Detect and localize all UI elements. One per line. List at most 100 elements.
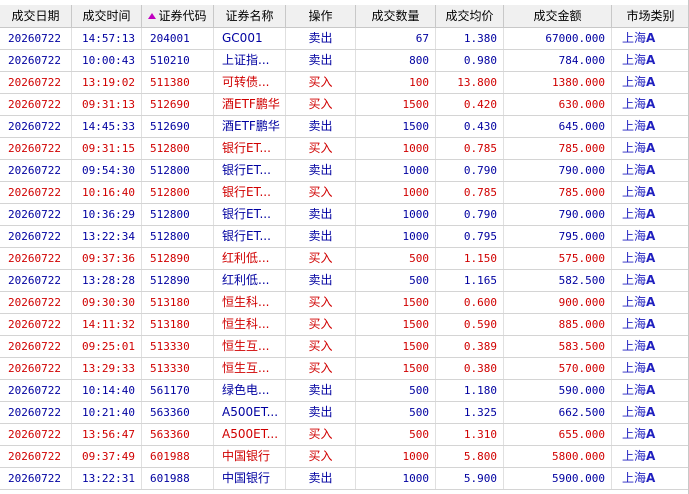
table-row[interactable]: 20260722 10:36:29 512800 银行ET... 卖出 1000 0.790… [0,204,689,226]
security-code-cell: 510210 [142,50,214,71]
market-share-class: A [646,163,656,177]
table-row[interactable]: 20260722 09:31:15 512800 银行ET... 买入 1000 0.785… [0,138,689,160]
header-quantity[interactable]: 成交数量 [356,5,436,27]
operation-cell: 卖出 [286,270,356,291]
header-trade-date[interactable]: 成交日期 [0,5,72,27]
table-row[interactable]: 20260722 13:28:28 512890 红利低... 卖出 500 1.165 58… [0,270,689,292]
amount-cell: 590.000 [504,380,612,401]
trade-time-cell: 10:21:40 [72,402,142,423]
security-code-cell: 512800 [142,226,214,247]
header-amount[interactable]: 成交金额 [504,5,612,27]
amount-cell: 784.000 [504,50,612,71]
avg-price-cell: 0.785 [436,182,504,203]
amount-cell: 655.000 [504,424,612,445]
market-share-class: A [646,251,656,265]
amount-cell: 630.000 [504,94,612,115]
security-code-cell: 513330 [142,358,214,379]
table-row[interactable]: 20260722 10:00:43 510210 上证指... 卖出 800 0.980 78… [0,50,689,72]
table-row[interactable]: 20260722 10:14:40 561170 绿色电... 卖出 500 1.180 59… [0,380,689,402]
quantity-cell: 1000 [356,138,436,159]
security-name-cell: GC001 [214,28,286,49]
table-row[interactable]: 20260722 09:31:13 512690 酒ETF鹏华 买入 1500 0.420 6… [0,94,689,116]
avg-price-cell: 0.380 [436,358,504,379]
table-row[interactable]: 20260722 13:29:33 513330 恒生互... 买入 1500 0.380 5… [0,358,689,380]
table-row[interactable]: 20260722 14:57:13 204001 GC001 卖出 67 1.380 6700… [0,28,689,50]
operation-cell: 买入 [286,314,356,335]
amount-cell: 5800.000 [504,446,612,467]
avg-price-cell: 1.310 [436,424,504,445]
table-row[interactable]: 20260722 13:22:34 512800 银行ET... 卖出 1000 0.795… [0,226,689,248]
operation-cell: 卖出 [286,50,356,71]
security-name-cell: 恒生互... [214,336,286,357]
market-share-class: A [646,339,656,353]
table-row[interactable]: 20260722 14:45:33 512690 酒ETF鹏华 卖出 1500 0.430 6… [0,116,689,138]
security-code-cell: 513180 [142,314,214,335]
operation-cell: 卖出 [286,28,356,49]
table-body: 20260722 14:57:13 204001 GC001 卖出 67 1.380 6700… [0,28,689,490]
header-trade-time[interactable]: 成交时间 [72,5,142,27]
trade-date-cell: 20260722 [0,182,72,203]
market-name: 上海 [622,295,647,309]
security-code-cell: 513180 [142,292,214,313]
security-code-cell: 561170 [142,380,214,401]
table-row[interactable]: 20260722 13:22:31 601988 中国银行 卖出 1000 5.900 590… [0,468,689,490]
security-name-cell: A500ET... [214,424,286,445]
security-code-cell: 512800 [142,182,214,203]
security-name-cell: 红利低... [214,248,286,269]
market-share-class: A [646,383,656,397]
security-name-cell: 可转债... [214,72,286,93]
trade-date-cell: 20260722 [0,314,72,335]
operation-cell: 买入 [286,292,356,313]
table-row[interactable]: 20260722 09:54:30 512800 银行ET... 卖出 1000 0.790… [0,160,689,182]
security-code-cell: 563360 [142,424,214,445]
header-operation[interactable]: 操作 [286,5,356,27]
market-name: 上海 [622,471,647,485]
market-share-class: A [646,361,656,375]
market-share-class: A [646,295,656,309]
trade-time-cell: 14:45:33 [72,116,142,137]
security-code-cell: 512800 [142,138,214,159]
security-code-cell: 512690 [142,94,214,115]
table-row[interactable]: 20260722 09:37:36 512890 红利低... 买入 500 1.150 57… [0,248,689,270]
table-row[interactable]: 20260722 09:25:01 513330 恒生互... 买入 1500 0.389 5… [0,336,689,358]
header-security-name[interactable]: 证券名称 [214,5,286,27]
market-type-cell: 上海A [612,358,689,379]
market-type-cell: 上海A [612,446,689,467]
market-share-class: A [646,317,656,331]
market-name: 上海 [622,119,647,133]
header-market-type[interactable]: 市场类别 [612,5,689,27]
amount-cell: 583.500 [504,336,612,357]
trade-time-cell: 09:25:01 [72,336,142,357]
table-row[interactable]: 20260722 09:37:49 601988 中国银行 买入 1000 5.800 580… [0,446,689,468]
trade-time-cell: 09:30:30 [72,292,142,313]
operation-cell: 卖出 [286,160,356,181]
market-name: 上海 [622,53,647,67]
amount-cell: 570.000 [504,358,612,379]
market-share-class: A [646,449,656,463]
security-name-cell: 上证指... [214,50,286,71]
quantity-cell: 500 [356,270,436,291]
header-avg-price[interactable]: 成交均价 [436,5,504,27]
trade-date-cell: 20260722 [0,446,72,467]
market-type-cell: 上海A [612,424,689,445]
quantity-cell: 67 [356,28,436,49]
market-name: 上海 [622,449,647,463]
header-security-code[interactable]: 证券代码 [142,5,214,27]
amount-cell: 67000.000 [504,28,612,49]
amount-cell: 582.500 [504,270,612,291]
table-row[interactable]: 20260722 13:19:02 511380 可转债... 买入 100 13.800 1… [0,72,689,94]
market-type-cell: 上海A [612,314,689,335]
avg-price-cell: 0.795 [436,226,504,247]
table-row[interactable]: 20260722 14:11:32 513180 恒生科... 买入 1500 0.590 8… [0,314,689,336]
table-row[interactable]: 20260722 09:30:30 513180 恒生科... 买入 1500 0.600 9… [0,292,689,314]
trade-time-cell: 13:22:31 [72,468,142,489]
trade-date-cell: 20260722 [0,468,72,489]
avg-price-cell: 0.590 [436,314,504,335]
table-row[interactable]: 20260722 13:56:47 563360 A500ET... 买入 500 1.31… [0,424,689,446]
avg-price-cell: 0.790 [436,160,504,181]
sort-ascending-icon [148,13,157,19]
security-code-cell: 204001 [142,28,214,49]
table-row[interactable]: 20260722 10:21:40 563360 A500ET... 卖出 500 1.32… [0,402,689,424]
table-row[interactable]: 20260722 10:16:40 512800 银行ET... 买入 1000 0.785… [0,182,689,204]
market-type-cell: 上海A [612,292,689,313]
